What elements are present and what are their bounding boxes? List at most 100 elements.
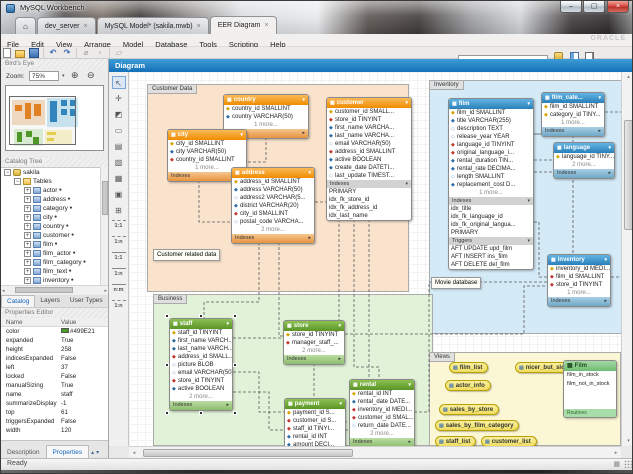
clear-icon[interactable]: ⌀ — [81, 48, 91, 58]
tree-expander-icon[interactable]: + — [24, 250, 31, 257]
table-header[interactable]: ▦language▾ — [554, 143, 614, 153]
diagram-canvas[interactable]: Customer DataInventoryBusinessViewsCusto… — [129, 72, 621, 446]
view-staff-list[interactable]: ▤staff_list — [435, 436, 476, 446]
shrink-icon[interactable]: ▫ — [95, 48, 105, 58]
tree-item-inventory[interactable]: +inventory ● — [1, 276, 108, 285]
footer-indexes[interactable]: Indexes▸ — [548, 297, 610, 306]
tree-item-category[interactable]: +category ● — [1, 204, 108, 213]
table-header[interactable]: ▦rental▾ — [350, 380, 414, 390]
dock-up-icon[interactable]: ▴ — [91, 450, 94, 456]
model-tab-dev-server[interactable]: dev_server× — [37, 17, 96, 34]
table-header[interactable]: ▦film▾ — [449, 99, 533, 109]
close-tab-icon[interactable]: × — [265, 22, 269, 29]
table-payment[interactable]: ▦payment▾◆payment_id S...◆customer_id S.… — [284, 398, 346, 446]
property-value[interactable]: False — [61, 372, 108, 381]
tree-item-actor[interactable]: +actor ● — [1, 186, 108, 195]
scroll-down-icon[interactable]: ▾ — [622, 436, 633, 446]
scroll-right-icon[interactable]: ▸ — [104, 288, 107, 294]
selection-handle[interactable] — [165, 363, 169, 367]
footer-indexes[interactable]: Indexes▸ — [554, 169, 614, 178]
view-film-list[interactable]: ▤film_list — [449, 362, 488, 373]
rel-1-n-identifying-tool[interactable]: 1:n — [112, 268, 126, 281]
rel-1-n-non-identifying-tool[interactable]: 1:n — [112, 236, 126, 249]
footer-expand-icon[interactable]: ▸ — [308, 234, 311, 243]
footer-indexes[interactable]: Indexes▸ — [170, 401, 232, 410]
table-customer[interactable]: ▦customer▾◆customer_id SMALL...◆store_id… — [326, 97, 412, 221]
table-store[interactable]: ▦store▾◆store_id TINYINT◆manager_staff_.… — [283, 320, 345, 365]
tab-layers[interactable]: Layers — [35, 295, 65, 307]
catalog-tree-vertical-scrollbar[interactable] — [100, 167, 108, 285]
scroll-left-icon[interactable]: ◂ — [2, 288, 5, 294]
catalog-tree-horizontal-scrollbar[interactable]: ◂ ▸ — [1, 285, 108, 294]
tree-item-tables[interactable]: −Tables — [1, 177, 108, 186]
table-header[interactable]: ▦address▾ — [232, 168, 314, 178]
rel-1-1-identifying-tool[interactable]: 1:1 — [112, 252, 126, 265]
more-columns[interactable]: 2 more... — [284, 347, 344, 355]
tree-expander-icon[interactable]: + — [24, 241, 31, 248]
eraser-tool[interactable]: ◩ — [112, 108, 126, 121]
expand-icon[interactable]: ▾ — [598, 93, 601, 103]
table-header[interactable]: ▦country▾ — [224, 95, 308, 105]
minimap-viewport[interactable] — [9, 96, 76, 145]
property-value[interactable]: 258 — [61, 345, 108, 354]
more-columns[interactable]: 2 more... — [350, 430, 414, 438]
undo-icon[interactable]: ↶ — [48, 48, 58, 58]
tree-expander-icon[interactable]: + — [24, 187, 31, 194]
relationship-line[interactable] — [199, 180, 231, 222]
section-indexes[interactable]: Indexes▾ — [327, 180, 411, 188]
expand-icon[interactable]: ▾ — [302, 95, 305, 105]
view-sales-by-store[interactable]: ▤sales_by_store — [439, 404, 499, 415]
tree-item-film-category[interactable]: +film_category ● — [1, 258, 108, 267]
tree-expander-icon[interactable]: + — [24, 196, 31, 203]
tree-expander-icon[interactable]: + — [24, 214, 31, 221]
tree-expander-icon[interactable]: + — [24, 277, 31, 284]
rel-1-1-non-identifying-tool[interactable]: 1:1 — [112, 220, 126, 233]
table-header[interactable]: ▦inventory▾ — [548, 255, 610, 265]
footer-expand-icon[interactable]: ▸ — [226, 401, 229, 410]
expand-icon[interactable]: ▾ — [408, 380, 411, 390]
scroll-up-icon[interactable]: ▴ — [622, 72, 633, 82]
footer-expand-icon[interactable]: ▸ — [408, 438, 411, 446]
image-tool[interactable]: ▧ — [112, 156, 126, 169]
tab-catalog[interactable]: Catalog — [1, 295, 35, 307]
expand-icon[interactable]: ▾ — [405, 98, 408, 108]
table-header[interactable]: ▦staff▾ — [170, 319, 232, 329]
tree-item-city[interactable]: +city ● — [1, 213, 108, 222]
property-value[interactable]: 61 — [61, 408, 108, 417]
relationship-line[interactable] — [345, 286, 547, 334]
zoom-value-input[interactable]: 75% — [29, 71, 59, 81]
rel-n-m-identifying-tool[interactable]: n:m — [112, 284, 126, 297]
save-model-icon[interactable] — [29, 48, 39, 58]
model-tab-eer-diagram[interactable]: EER Diagram× — [210, 16, 277, 34]
table-header[interactable]: ▦film_cate...▾ — [542, 93, 604, 103]
relationship-line[interactable] — [415, 282, 547, 412]
relationship-line[interactable] — [534, 222, 547, 277]
property-value[interactable]: True — [61, 336, 108, 345]
footer-expand-icon[interactable]: ▸ — [302, 129, 305, 138]
note-tool[interactable]: ▤ — [112, 140, 126, 153]
tree-item-country[interactable]: +country ● — [1, 222, 108, 231]
expand-icon[interactable]: ▾ — [608, 143, 611, 153]
expand-icon[interactable]: ▾ — [240, 130, 243, 140]
section-expand-icon[interactable]: ▾ — [527, 197, 530, 205]
open-model-icon[interactable] — [15, 50, 25, 58]
table-header[interactable]: ▦store▾ — [284, 321, 344, 331]
selection-handle[interactable] — [199, 314, 203, 318]
scrollbar-thumb[interactable] — [143, 449, 353, 457]
scrollbar-thumb[interactable] — [15, 287, 73, 293]
more-columns[interactable]: 1 more... — [449, 189, 533, 197]
footer-indexes[interactable]: Indexes▸ — [232, 234, 314, 243]
dock-down-icon[interactable]: ▾ — [96, 450, 99, 456]
view-customer-list[interactable]: ▤customer_list — [481, 436, 537, 446]
title-bar[interactable]: MySQL Workbench – ▢ × — [1, 1, 633, 16]
rel-1-n-existing-columns-tool[interactable]: 1:n — [112, 300, 126, 313]
more-columns[interactable]: 2 more... — [554, 161, 614, 169]
maximize-button[interactable]: ▢ — [583, 1, 605, 13]
table-film[interactable]: ▦film▾◆film_id SMALLINT◆title VARCHAR(25… — [448, 98, 534, 270]
layer-tool[interactable]: ▭ — [112, 124, 126, 137]
section-expand-icon[interactable]: ▾ — [405, 180, 408, 188]
canvas-vertical-scrollbar[interactable]: ▴ ▾ — [621, 72, 633, 446]
table-tool[interactable]: ▦ — [112, 172, 126, 185]
diagram-tab[interactable]: Diagram — [109, 59, 633, 72]
view-tool[interactable]: ▣ — [112, 188, 126, 201]
